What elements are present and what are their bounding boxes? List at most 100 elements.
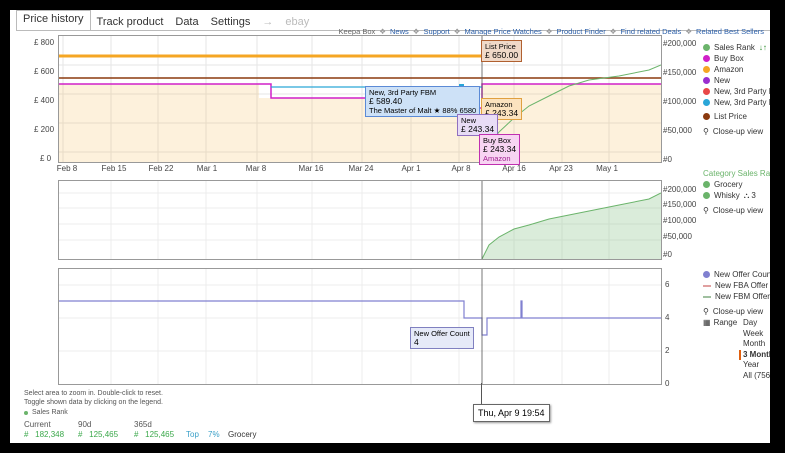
legend-sales-rank[interactable]: Sales Rank ↓↑ [703, 42, 770, 53]
legend-new[interactable]: New [703, 75, 770, 86]
offer-count-chart[interactable] [58, 268, 662, 385]
footer-category: Grocery [228, 430, 257, 439]
x-tick: Apr 16 [502, 164, 526, 173]
buy-box-area [59, 84, 661, 162]
y-tick: £ 800 [34, 38, 55, 47]
y-tick: 6 [665, 280, 670, 289]
range-week[interactable]: Week [743, 329, 770, 340]
legend-list-price[interactable]: List Price [703, 111, 770, 122]
footer-current-value: # 182,348 [24, 430, 65, 439]
legend-grocery[interactable]: Grocery [703, 179, 770, 190]
closeup-toggle[interactable]: ⚲ Close-up view [703, 205, 770, 216]
y-tick: 4 [665, 313, 670, 322]
rank-chart[interactable] [58, 180, 662, 260]
x-tick: Mar 8 [245, 164, 267, 173]
range-label: ▦ Range [703, 318, 738, 327]
list-price-tooltip: List Price £ 650.00 [481, 40, 523, 62]
range-all[interactable]: All (756 d [743, 371, 770, 382]
price-chart-svg [59, 36, 662, 163]
x-tick: Mar 16 [298, 164, 324, 173]
footer-rank-label: Sales Rank [24, 409, 68, 416]
footer-top-pct: 7% [208, 430, 220, 439]
legend-amazon[interactable]: Amazon [703, 64, 770, 75]
tab-ebay[interactable]: ebay [279, 14, 315, 30]
y-tick: 0 [665, 379, 670, 388]
x-tick: Mar 24 [348, 164, 374, 173]
y2-tick: #100,000 [663, 216, 697, 225]
range-day[interactable]: Day [743, 318, 770, 329]
zoom-hint: Select area to zoom in. Double-click to … [24, 390, 163, 397]
y-tick: £ 200 [34, 125, 55, 134]
footer-col-current: Current [24, 420, 51, 429]
y2-tick: #0 [663, 250, 672, 259]
third-fbm-tooltip: New, 3rd Party FBM £ 589.40 The Master of… [365, 86, 481, 117]
y2-tick: #150,000 [663, 68, 697, 77]
y2-tick: #200,000 [663, 185, 697, 194]
range-month[interactable]: Month [743, 339, 770, 350]
search-icon: ⚲ [703, 206, 709, 215]
x-tick: Apr 8 [451, 164, 471, 173]
offer-legend: New Offer Count New FBA Offer Co New FBM… [703, 269, 770, 381]
crosshair-date: Thu, Apr 9 19:54 [473, 404, 550, 422]
footer-365d-value: # 125,465 [134, 430, 175, 439]
y2-tick: #50,000 [663, 232, 692, 241]
footer-top: Top [186, 430, 199, 439]
search-icon: ⚲ [703, 307, 709, 316]
legend-buy-box[interactable]: Buy Box [703, 53, 770, 64]
calendar-icon: ▦ [703, 318, 711, 327]
x-tick: Mar 1 [196, 164, 218, 173]
offer-chart-svg [59, 269, 661, 384]
legend-whisky[interactable]: Whisky ⛬ 3 [703, 190, 770, 201]
x-tick: Feb 22 [148, 164, 174, 173]
rank-chart-svg [59, 181, 662, 260]
buy-box-tooltip: Buy Box £ 243.34 Amazon [479, 134, 521, 165]
tab-price-history[interactable]: Price history [16, 10, 91, 30]
x-tick: Feb 8 [56, 164, 78, 173]
closeup-toggle[interactable]: ⚲ Close-up view [703, 306, 770, 317]
tab-track-product[interactable]: Track product [91, 14, 170, 30]
tab-bar: Price history Track product Data Setting… [16, 10, 315, 30]
legend-fba-offer-count[interactable]: New FBA Offer Co [703, 280, 770, 291]
closeup-toggle[interactable]: ⚲ Close-up view [703, 126, 770, 137]
x-tick: Apr 1 [401, 164, 421, 173]
category-sales-ranks-header: Category Sales Ranks [703, 169, 770, 178]
y2-tick: #150,000 [663, 200, 697, 209]
footer-90d-value: # 125,465 [78, 430, 119, 439]
y-tick: £ 600 [34, 67, 55, 76]
link-related-best-sellers[interactable]: Related Best Sellers [696, 27, 764, 36]
x-tick: Feb 15 [101, 164, 127, 173]
keepa-frame: Price history Track product Data Setting… [10, 10, 770, 443]
legend-fbm-offer-count[interactable]: New FBM Offer Co [703, 291, 770, 302]
legend-hint: Toggle shown data by clicking on the leg… [24, 399, 163, 406]
rank-legend: Category Sales Ranks Grocery Whisky⛬3 ⚲C… [703, 168, 770, 216]
legend-new-offer-count[interactable]: New Offer Count [703, 269, 770, 280]
legend-third-fba[interactable]: New, 3rd Party FB [703, 86, 770, 97]
tab-settings[interactable]: Settings [205, 14, 257, 30]
rank-area [482, 193, 661, 259]
footer-col-90d: 90d [78, 420, 92, 429]
y2-tick: #0 [663, 155, 672, 164]
crosshair-line [481, 383, 482, 404]
x-tick: Apr 23 [549, 164, 573, 173]
x-tick: May 1 [596, 164, 618, 173]
search-icon: ⚲ [703, 127, 709, 136]
range-3-month[interactable]: 3 Month [739, 349, 770, 360]
arrow-icon: → [262, 16, 274, 28]
y-tick: £ 400 [34, 96, 55, 105]
range-options: Day Week Month 3 Month Year All (756 d [739, 318, 770, 382]
y-tick: £ 0 [40, 154, 52, 163]
hierarchy-icon: ⛬ [743, 190, 750, 200]
new-tooltip: New £ 243.34 [457, 114, 499, 136]
y-tick: 2 [665, 346, 670, 355]
y2-tick: #50,000 [663, 126, 692, 135]
price-legend: Sales Rank ↓↑ Buy Box Amazon New New, 3rd… [703, 42, 770, 137]
y2-tick: #100,000 [663, 97, 697, 106]
price-chart[interactable] [58, 35, 662, 163]
range-year[interactable]: Year [743, 360, 770, 371]
offer-count-tooltip: New Offer Count 4 [410, 327, 474, 349]
footer-col-365d: 365d [134, 420, 152, 429]
y2-tick: #200,000 [663, 39, 697, 48]
tab-data[interactable]: Data [169, 14, 204, 30]
range-selector: ▦Range Day Week Month 3 Month Year All (… [703, 318, 770, 381]
legend-third-fbm[interactable]: New, 3rd Party FB [703, 97, 770, 108]
